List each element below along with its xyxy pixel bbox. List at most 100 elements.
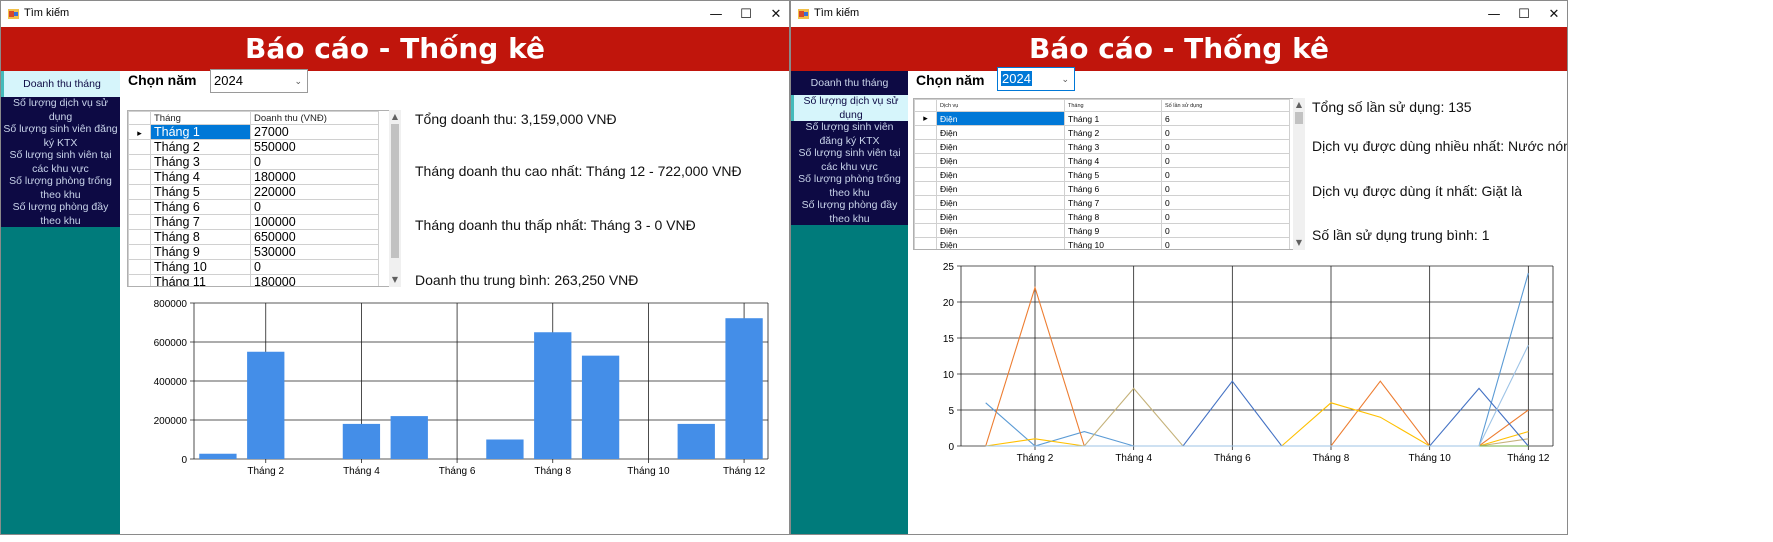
maximize-button[interactable]: ☐ bbox=[729, 1, 763, 27]
table-cell[interactable]: Tháng 7 bbox=[150, 214, 251, 230]
table-cell[interactable]: 0 bbox=[250, 154, 379, 170]
table-cell[interactable]: Tháng 6 bbox=[150, 199, 251, 215]
nav-item-4[interactable]: Số lượng sinh viên tại các khu vực bbox=[791, 147, 908, 173]
table-cell[interactable]: 180000 bbox=[250, 169, 379, 185]
table-row[interactable]: Tháng 9 530000 bbox=[128, 244, 379, 260]
row-header[interactable] bbox=[128, 199, 151, 215]
table-cell[interactable]: 180000 bbox=[250, 274, 379, 286]
close-button[interactable]: ✕ bbox=[759, 1, 789, 27]
table-cell[interactable]: 0 bbox=[1161, 181, 1290, 196]
row-header[interactable] bbox=[914, 223, 937, 238]
data-grid[interactable]: Tháng Doanh thu (VNĐ) ▸ Tháng 1 27000 Tháng 2… bbox=[128, 111, 379, 286]
title-bar[interactable]: Tìm kiếm — ☐ ✕ bbox=[791, 1, 1567, 27]
column-header[interactable]: Tháng bbox=[150, 111, 251, 125]
table-cell[interactable]: Tháng 3 bbox=[1064, 139, 1162, 154]
table-cell[interactable]: Tháng 8 bbox=[1064, 209, 1162, 224]
table-cell[interactable]: Điện bbox=[936, 209, 1065, 224]
table-row[interactable]: Điện Tháng 10 0 bbox=[914, 237, 1290, 249]
scroll-thumb[interactable] bbox=[1295, 112, 1303, 124]
table-cell[interactable]: 6 bbox=[1161, 111, 1290, 126]
row-header[interactable] bbox=[914, 125, 937, 140]
year-select[interactable]: 2024 ⌄ bbox=[997, 67, 1075, 91]
nav-item-2[interactable]: Số lượng dịch vụ sử dụng bbox=[791, 95, 908, 121]
table-cell[interactable]: Điện bbox=[936, 153, 1065, 168]
row-header[interactable] bbox=[128, 214, 151, 230]
table-cell[interactable]: Điện bbox=[936, 139, 1065, 154]
table-cell[interactable]: Tháng 2 bbox=[150, 139, 251, 155]
table-cell[interactable]: Tháng 11 bbox=[150, 274, 251, 286]
table-cell[interactable]: Tháng 1 bbox=[150, 124, 251, 140]
close-button[interactable]: ✕ bbox=[1537, 1, 1567, 27]
minimize-button[interactable]: — bbox=[699, 1, 733, 27]
table-cell[interactable]: 0 bbox=[1161, 153, 1290, 168]
table-row[interactable]: Điện Tháng 30 bbox=[914, 139, 1290, 154]
scroll-down-icon[interactable]: ▼ bbox=[1293, 236, 1305, 250]
table-cell[interactable]: 27000 bbox=[250, 124, 379, 140]
minimize-button[interactable]: — bbox=[1477, 1, 1511, 27]
scroll-thumb[interactable] bbox=[391, 124, 399, 258]
table-cell[interactable]: 0 bbox=[1161, 139, 1290, 154]
table-cell[interactable]: 0 bbox=[1161, 167, 1290, 182]
table-cell[interactable]: 100000 bbox=[250, 214, 379, 230]
table-row[interactable]: Điện Tháng 70 bbox=[914, 195, 1290, 210]
table-cell[interactable]: 530000 bbox=[250, 244, 379, 260]
row-header[interactable] bbox=[914, 209, 937, 224]
row-header[interactable] bbox=[128, 229, 151, 245]
table-cell[interactable]: Điện bbox=[936, 167, 1065, 182]
row-header[interactable] bbox=[914, 237, 937, 249]
table-cell[interactable]: 0 bbox=[250, 259, 379, 275]
row-header[interactable] bbox=[128, 169, 151, 185]
table-cell[interactable]: 550000 bbox=[250, 139, 379, 155]
maximize-button[interactable]: ☐ bbox=[1507, 1, 1541, 27]
nav-item-6[interactable]: Số lượng phòng đầy theo khu bbox=[1, 201, 120, 227]
row-header[interactable]: ▸ bbox=[914, 111, 937, 126]
revenue-table[interactable]: Tháng Doanh thu (VNĐ) ▸ Tháng 1 27000 Tháng 2… bbox=[127, 110, 399, 287]
column-header[interactable]: Doanh thu (VNĐ) bbox=[250, 111, 379, 125]
table-cell[interactable]: 0 bbox=[1161, 237, 1290, 249]
nav-item-3[interactable]: Số lượng sinh viên đăng ký KTX bbox=[1, 123, 120, 149]
services-table[interactable]: Dịch vụ Tháng Số lần sử dụng ▸ Điện Tháng 16Đ… bbox=[913, 98, 1303, 250]
nav-item-1[interactable]: Doanh thu tháng bbox=[791, 71, 908, 95]
nav-item-5[interactable]: Số lượng phòng trống theo khu bbox=[791, 173, 908, 199]
table-cell[interactable]: Tháng 3 bbox=[150, 154, 251, 170]
table-cell[interactable]: Tháng 9 bbox=[1064, 223, 1162, 238]
table-cell[interactable]: Tháng 2 bbox=[1064, 125, 1162, 140]
scroll-up-icon[interactable]: ▲ bbox=[1293, 98, 1305, 112]
table-cell[interactable]: Điện bbox=[936, 195, 1065, 210]
nav-item-5[interactable]: Số lượng phòng trống theo khu bbox=[1, 175, 120, 201]
table-row[interactable]: Điện Tháng 60 bbox=[914, 181, 1290, 196]
row-header[interactable] bbox=[128, 244, 151, 260]
table-row[interactable]: Tháng 8 650000 bbox=[128, 229, 379, 245]
row-header[interactable] bbox=[914, 167, 937, 182]
nav-item-2[interactable]: Số lượng dịch vụ sử dụng bbox=[1, 97, 120, 123]
table-cell[interactable]: 220000 bbox=[250, 184, 379, 200]
table-scrollbar[interactable]: ▲ ▼ bbox=[389, 110, 401, 287]
table-cell[interactable]: Tháng 6 bbox=[1064, 181, 1162, 196]
table-cell[interactable]: Tháng 7 bbox=[1064, 195, 1162, 210]
table-cell[interactable]: Tháng 5 bbox=[150, 184, 251, 200]
table-cell[interactable]: Điện bbox=[936, 125, 1065, 140]
table-cell[interactable]: Điện bbox=[936, 223, 1065, 238]
table-cell[interactable]: 0 bbox=[250, 199, 379, 215]
table-cell[interactable]: Điện bbox=[936, 181, 1065, 196]
nav-item-4[interactable]: Số lượng sinh viên tại các khu vực bbox=[1, 149, 120, 175]
table-row[interactable]: ▸ Điện Tháng 16 bbox=[914, 111, 1290, 126]
table-row[interactable]: Tháng 5 220000 bbox=[128, 184, 379, 200]
nav-item-3[interactable]: Số lượng sinh viên đăng ký KTX bbox=[791, 121, 908, 147]
row-header[interactable]: ▸ bbox=[128, 124, 151, 140]
table-row[interactable]: Điện Tháng 50 bbox=[914, 167, 1290, 182]
nav-item-6[interactable]: Số lượng phòng đầy theo khu bbox=[791, 199, 908, 225]
table-cell[interactable]: 0 bbox=[1161, 195, 1290, 210]
table-cell[interactable]: Tháng 8 bbox=[150, 229, 251, 245]
table-row[interactable]: Tháng 4 180000 bbox=[128, 169, 379, 185]
table-cell[interactable]: Điện bbox=[936, 237, 1065, 249]
table-row[interactable]: ▸ Tháng 1 27000 bbox=[128, 124, 379, 140]
table-cell[interactable]: 0 bbox=[1161, 125, 1290, 140]
column-header[interactable]: Số lần sử dụng bbox=[1161, 99, 1290, 112]
table-row[interactable]: Điện Tháng 20 bbox=[914, 125, 1290, 140]
scroll-up-icon[interactable]: ▲ bbox=[389, 110, 401, 124]
nav-item-1[interactable]: Doanh thu tháng bbox=[1, 71, 120, 97]
table-row[interactable]: Điện Tháng 90 bbox=[914, 223, 1290, 238]
table-cell[interactable]: Tháng 5 bbox=[1064, 167, 1162, 182]
table-cell[interactable]: 0 bbox=[1161, 223, 1290, 238]
